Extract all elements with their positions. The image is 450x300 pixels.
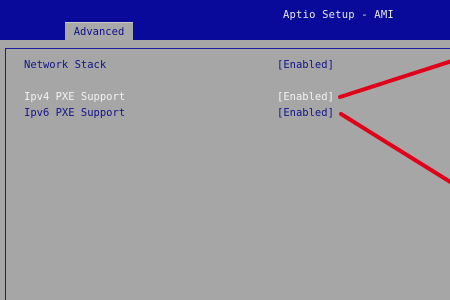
settings-body [0, 40, 450, 300]
tab-advanced-label: Advanced [73, 26, 125, 38]
title-bar: Advanced Aptio Setup - AMI [0, 0, 450, 40]
setting-network-stack-label[interactable]: Network Stack [24, 59, 106, 72]
app-title: Aptio Setup - AMI [283, 9, 394, 21]
setting-network-stack-value[interactable]: [Enabled] [277, 59, 334, 72]
setting-ipv6-pxe-label[interactable]: Ipv6 PXE Support [24, 107, 125, 120]
setting-ipv4-pxe-label[interactable]: Ipv4 PXE Support [24, 91, 125, 104]
setting-ipv6-pxe-value[interactable]: [Enabled] [277, 107, 334, 120]
bios-setup-screen: Advanced Aptio Setup - AMI Network Stack… [0, 0, 450, 300]
tab-advanced[interactable]: Advanced [65, 22, 133, 40]
setting-ipv4-pxe-value[interactable]: [Enabled] [277, 91, 334, 104]
settings-panel [5, 48, 450, 300]
